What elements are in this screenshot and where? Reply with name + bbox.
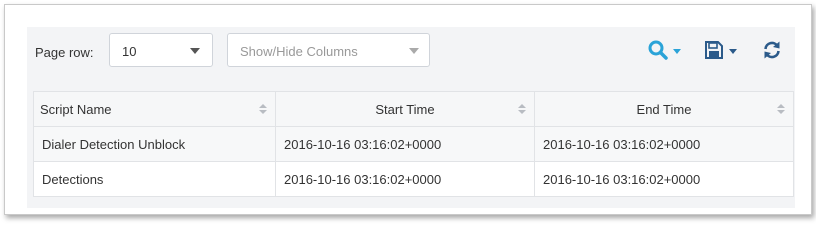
cell-start-time: 2016-10-16 03:16:02+0000 [275, 126, 535, 162]
scripts-table: Script Name Start Time End Time Dialer D [33, 91, 794, 197]
sort-icon [259, 104, 267, 114]
window-frame: Page row: 10 Show/Hide Columns Script Na… [4, 4, 812, 215]
table-row[interactable]: Dialer Detection Unblock 2016-10-16 03:1… [33, 126, 794, 162]
table-row[interactable]: Detections 2016-10-16 03:16:02+0000 2016… [33, 161, 794, 197]
search-button[interactable] [647, 39, 683, 61]
show-hide-columns-placeholder: Show/Hide Columns [240, 44, 358, 59]
chevron-down-icon [673, 49, 681, 54]
page-row-value: 10 [122, 44, 137, 59]
column-header-label: End Time [636, 101, 692, 117]
table-header-row: Script Name Start Time End Time [33, 91, 794, 127]
column-header-label: Start Time [375, 101, 435, 117]
chevron-down-icon [190, 48, 200, 54]
save-button[interactable] [703, 39, 739, 61]
cell-end-time: 2016-10-16 03:16:02+0000 [534, 126, 794, 162]
refresh-icon [764, 41, 780, 59]
cell-end-time: 2016-10-16 03:16:02+0000 [534, 161, 794, 197]
refresh-button[interactable] [761, 39, 783, 61]
sort-icon [518, 104, 526, 114]
table-panel: Page row: 10 Show/Hide Columns Script Na… [27, 27, 795, 208]
cell-script-name: Detections [33, 161, 276, 197]
page-row-label: Page row: [35, 45, 94, 60]
column-header-end-time[interactable]: End Time [534, 91, 794, 127]
column-header-label: Script Name [40, 101, 112, 117]
chevron-down-icon [409, 48, 419, 54]
cell-script-name: Dialer Detection Unblock [33, 126, 276, 162]
save-icon [705, 41, 723, 59]
search-icon [648, 40, 668, 60]
column-header-start-time[interactable]: Start Time [275, 91, 535, 127]
column-header-script-name[interactable]: Script Name [33, 91, 276, 127]
cell-start-time: 2016-10-16 03:16:02+0000 [275, 161, 535, 197]
page-row-select[interactable]: 10 [109, 33, 213, 67]
sort-icon [777, 104, 785, 114]
chevron-down-icon [729, 49, 737, 54]
show-hide-columns-select[interactable]: Show/Hide Columns [227, 33, 430, 67]
